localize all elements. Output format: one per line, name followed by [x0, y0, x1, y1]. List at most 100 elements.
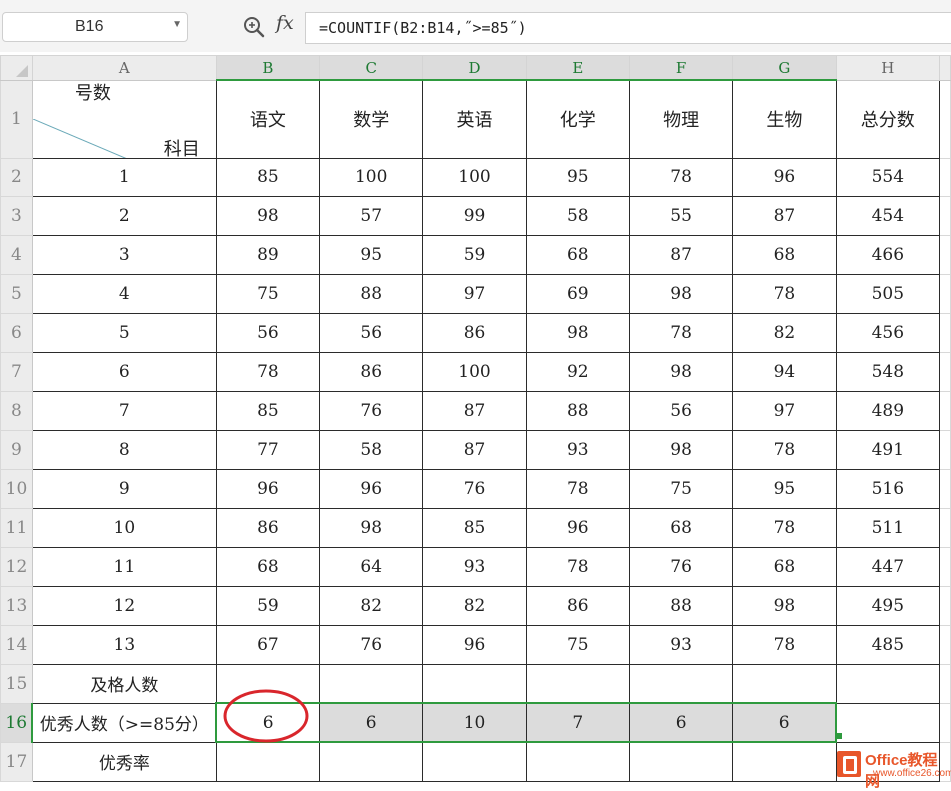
subject-header[interactable]: 语文: [215, 79, 321, 159]
score-cell[interactable]: 56: [319, 312, 424, 353]
pass-count-cell[interactable]: [215, 663, 321, 704]
score-cell[interactable]: 75: [628, 468, 734, 509]
subject-header[interactable]: 化学: [525, 79, 630, 159]
student-number-cell[interactable]: 1: [31, 157, 217, 197]
pass-count-cell[interactable]: [628, 663, 734, 704]
score-cell[interactable]: 76: [319, 390, 424, 431]
pass-count-cell[interactable]: [732, 663, 837, 704]
subject-header[interactable]: 生物: [732, 79, 837, 159]
score-cell[interactable]: 56: [628, 390, 734, 431]
empty-cell[interactable]: [939, 429, 951, 470]
score-cell[interactable]: 59: [422, 234, 527, 275]
score-cell[interactable]: 75: [215, 273, 321, 314]
empty-cell[interactable]: [939, 312, 951, 353]
excellent-rate-cell[interactable]: [319, 741, 424, 782]
row-header[interactable]: 13: [0, 585, 33, 626]
pass-count-cell[interactable]: [525, 663, 630, 704]
score-cell[interactable]: 96: [422, 624, 527, 665]
student-number-cell[interactable]: 3: [31, 234, 217, 275]
empty-cell[interactable]: [939, 585, 951, 626]
empty-cell[interactable]: [939, 79, 951, 159]
excellent-count-total-cell[interactable]: [835, 702, 941, 743]
score-cell[interactable]: 98: [525, 312, 630, 353]
row-header[interactable]: 16: [0, 702, 34, 743]
student-number-cell[interactable]: 6: [31, 351, 217, 392]
student-number-cell[interactable]: 12: [31, 585, 217, 626]
score-cell[interactable]: 57: [319, 195, 424, 236]
excellent-rate-cell[interactable]: [525, 741, 630, 782]
score-cell[interactable]: 75: [525, 624, 630, 665]
score-cell[interactable]: 82: [319, 585, 424, 626]
student-number-cell[interactable]: 2: [31, 195, 217, 236]
score-cell[interactable]: 88: [628, 585, 734, 626]
total-cell[interactable]: 554: [835, 157, 941, 197]
pass-count-total-cell[interactable]: [835, 663, 941, 704]
total-cell[interactable]: 456: [835, 312, 941, 353]
row-header[interactable]: 1: [0, 79, 33, 159]
score-cell[interactable]: 86: [215, 507, 321, 548]
row-header[interactable]: 4: [0, 234, 33, 275]
score-cell[interactable]: 98: [628, 351, 734, 392]
row-header[interactable]: 17: [0, 741, 33, 782]
score-cell[interactable]: 96: [319, 468, 424, 509]
score-cell[interactable]: 87: [732, 195, 837, 236]
excellent-count-cell[interactable]: 6: [319, 702, 424, 743]
score-cell[interactable]: 96: [525, 507, 630, 548]
row-header[interactable]: 10: [0, 468, 33, 509]
score-cell[interactable]: 77: [215, 429, 321, 470]
score-cell[interactable]: 56: [215, 312, 321, 353]
student-number-cell[interactable]: 9: [31, 468, 217, 509]
total-cell[interactable]: 466: [835, 234, 941, 275]
score-cell[interactable]: 95: [319, 234, 424, 275]
empty-cell[interactable]: [939, 157, 951, 197]
total-cell[interactable]: 489: [835, 390, 941, 431]
student-number-cell[interactable]: 11: [31, 546, 217, 587]
excellent-count-label[interactable]: 优秀人数（>=85分）: [31, 702, 217, 743]
score-cell[interactable]: 78: [732, 624, 837, 665]
row-header[interactable]: 5: [0, 273, 33, 314]
score-cell[interactable]: 82: [422, 585, 527, 626]
row-header[interactable]: 6: [0, 312, 33, 353]
excellent-rate-label[interactable]: 优秀率: [31, 741, 217, 782]
empty-cell[interactable]: [939, 195, 951, 236]
total-cell[interactable]: 485: [835, 624, 941, 665]
score-cell[interactable]: 55: [628, 195, 734, 236]
excellent-count-cell[interactable]: 6: [628, 702, 734, 743]
score-cell[interactable]: 78: [732, 507, 837, 548]
score-cell[interactable]: 86: [525, 585, 630, 626]
total-cell[interactable]: 447: [835, 546, 941, 587]
row-header[interactable]: 14: [0, 624, 33, 665]
score-cell[interactable]: 78: [628, 157, 734, 197]
score-cell[interactable]: 98: [628, 273, 734, 314]
total-cell[interactable]: 511: [835, 507, 941, 548]
row-header[interactable]: 2: [0, 157, 33, 197]
row-header[interactable]: 3: [0, 195, 33, 236]
score-cell[interactable]: 78: [215, 351, 321, 392]
score-cell[interactable]: 76: [422, 468, 527, 509]
score-cell[interactable]: 98: [319, 507, 424, 548]
score-cell[interactable]: 93: [422, 546, 527, 587]
empty-cell[interactable]: [939, 234, 951, 275]
score-cell[interactable]: 98: [732, 585, 837, 626]
score-cell[interactable]: 67: [215, 624, 321, 665]
score-cell[interactable]: 78: [628, 312, 734, 353]
score-cell[interactable]: 85: [215, 390, 321, 431]
score-cell[interactable]: 97: [422, 273, 527, 314]
score-cell[interactable]: 93: [628, 624, 734, 665]
score-cell[interactable]: 87: [422, 390, 527, 431]
col-header-a[interactable]: A: [31, 55, 217, 81]
pass-count-cell[interactable]: [422, 663, 527, 704]
fx-icon[interactable]: fx: [276, 12, 294, 34]
score-cell[interactable]: 100: [422, 157, 527, 197]
score-cell[interactable]: 69: [525, 273, 630, 314]
subject-header[interactable]: 英语: [422, 79, 527, 159]
score-cell[interactable]: 58: [319, 429, 424, 470]
chevron-down-icon[interactable]: ▼: [172, 19, 182, 30]
score-cell[interactable]: 94: [732, 351, 837, 392]
name-box[interactable]: B16 ▼: [2, 12, 188, 42]
score-cell[interactable]: 78: [732, 429, 837, 470]
score-cell[interactable]: 82: [732, 312, 837, 353]
score-cell[interactable]: 89: [215, 234, 321, 275]
empty-cell[interactable]: [939, 546, 951, 587]
excellent-count-cell[interactable]: 10: [422, 702, 527, 743]
